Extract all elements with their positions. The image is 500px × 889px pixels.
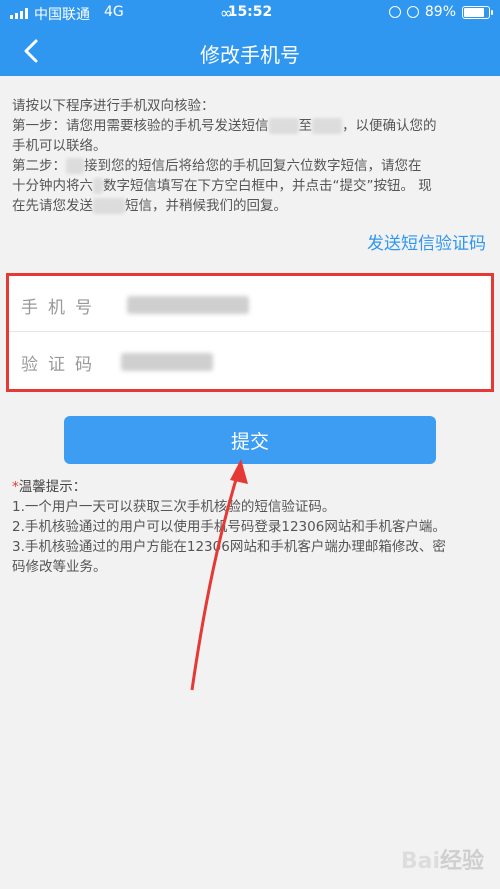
redacted-number bbox=[268, 118, 299, 134]
masked-phone-value bbox=[127, 296, 249, 314]
tip-item: 3.手机核验通过的用户方能在12306网站和手机客户端办理邮箱修改、密 bbox=[12, 539, 446, 555]
tip-item: 1.一个用户一天可以获取三次手机核验的短信验证码。 bbox=[12, 499, 336, 515]
instruction-line: 第一步：请您用需要核验的手机号发送短信至，以便确认您的 bbox=[12, 118, 437, 134]
masked-code-value bbox=[121, 353, 213, 371]
page-title: 修改手机号 bbox=[200, 43, 300, 67]
battery-percent: 89% bbox=[424, 4, 456, 20]
redacted-text bbox=[93, 178, 103, 194]
code-row: 验证码 bbox=[9, 333, 491, 389]
nav-bar: 修改手机号 bbox=[0, 26, 500, 76]
tips-section: *温馨提示： 1.一个用户一天可以获取三次手机核验的短信验证码。 2.手机核验通… bbox=[12, 477, 494, 577]
watermark-logo: Bai经验 bbox=[400, 849, 484, 874]
battery-icon bbox=[462, 5, 493, 19]
status-bar: 中国联通 4G ∞ 15:52 89% bbox=[0, 0, 500, 26]
submit-button[interactable]: 提交 bbox=[64, 416, 436, 464]
tips-title: *温馨提示： bbox=[12, 479, 87, 495]
instruction-line: 十分钟内将六 数字短信填写在下方空白框中，并点击“提交”按钮。 现 bbox=[12, 178, 432, 194]
tip-item: 2.手机核验通过的用户可以使用手机号码登录12306网站和手机客户端。 bbox=[12, 519, 446, 535]
instructions: 请按以下程序进行手机双向核验： 第一步：请您用需要核验的手机号发送短信至，以便确… bbox=[12, 96, 490, 216]
send-sms-code-link[interactable]: 发送短信验证码 bbox=[367, 229, 486, 254]
redacted-text bbox=[93, 198, 125, 214]
instruction-line: 第二步： 接到您的短信后将给您的手机回复六位数字短信，请您在 bbox=[12, 158, 422, 174]
lock-rotation-icon bbox=[388, 6, 401, 18]
phone-verify-form: 手机号 验证码 bbox=[6, 273, 494, 392]
alarm-icon bbox=[406, 6, 419, 18]
redacted-text bbox=[66, 158, 84, 174]
redacted-number bbox=[312, 118, 342, 134]
instruction-line: 请按以下程序进行手机双向核验： bbox=[12, 98, 215, 114]
instruction-line: 在先请您发送 短信，并稍候我们的回复。 bbox=[12, 198, 287, 214]
code-label: 验证码 bbox=[21, 355, 102, 375]
phone-row: 手机号 bbox=[9, 276, 491, 332]
phone-label: 手机号 bbox=[21, 298, 102, 318]
tip-item: 码修改等业务。 bbox=[12, 559, 107, 575]
instruction-line: 手机可以联络。 bbox=[12, 138, 107, 154]
